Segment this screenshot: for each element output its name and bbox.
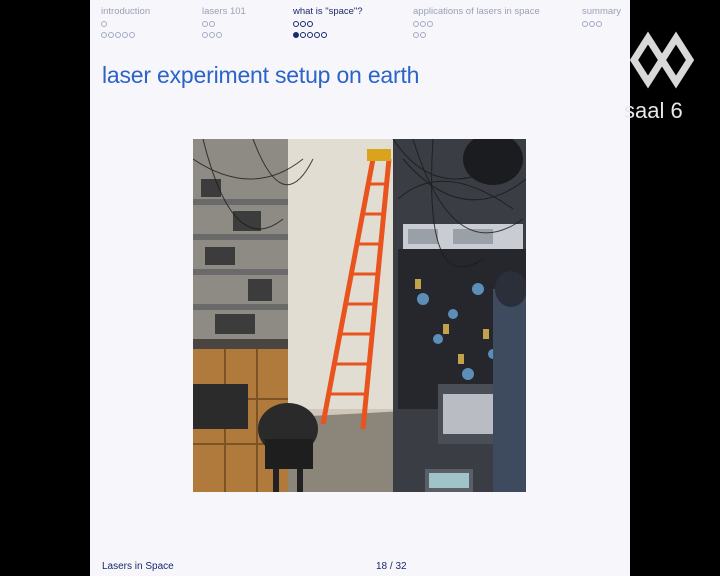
subsection-dot[interactable] [202, 31, 208, 38]
subsection-dot[interactable] [413, 20, 419, 27]
subsection-dot[interactable] [122, 31, 128, 38]
subsection-dot[interactable] [293, 20, 299, 27]
subsection-dot[interactable] [582, 20, 588, 27]
section-navigation: introduction lasers 101 what is "space"?… [90, 0, 630, 46]
subsection-dot[interactable] [321, 31, 327, 38]
subsection-dot[interactable] [589, 20, 595, 27]
subsection-dot[interactable] [420, 31, 426, 38]
nav-section-label: introduction [101, 6, 151, 17]
nav-section-label: lasers 101 [202, 6, 246, 17]
nav-dots-row [293, 18, 363, 29]
nav-dots-row [413, 18, 540, 29]
nav-dots-row [202, 29, 246, 40]
nav-dots-row [582, 18, 621, 29]
subsection-dot[interactable] [101, 20, 107, 27]
subsection-dot[interactable] [216, 31, 222, 38]
nav-dots-row [101, 29, 150, 40]
subsection-dot[interactable] [300, 31, 306, 38]
nav-section-label: what is "space"? [293, 6, 363, 17]
lab-setup-photo [193, 139, 526, 492]
nav-section-label: summary [582, 6, 622, 17]
frame-title: laser experiment setup on earth [102, 62, 420, 88]
subsection-dot[interactable] [108, 31, 114, 38]
nav-section-lasers-101[interactable]: lasers 101 [202, 6, 246, 40]
subsection-dot[interactable] [115, 31, 121, 38]
nav-dots-row [413, 29, 540, 40]
subsection-dot[interactable] [202, 20, 208, 27]
slide: introduction lasers 101 what is "space"?… [90, 0, 630, 576]
nav-dots-row [293, 29, 363, 40]
nav-section-what-is-space[interactable]: what is "space"? [293, 6, 363, 40]
nav-dots-row [101, 18, 150, 29]
subsection-dot[interactable] [314, 31, 320, 38]
footer-page-number: 18 / 32 [376, 561, 407, 572]
subsection-dot[interactable] [101, 31, 107, 38]
nav-section-applications[interactable]: applications of lasers in space [413, 6, 540, 40]
subsection-dot[interactable] [420, 20, 426, 27]
subsection-dot[interactable] [427, 20, 433, 27]
subsection-dot[interactable] [307, 20, 313, 27]
subsection-dot[interactable] [596, 20, 602, 27]
subsection-dot[interactable] [209, 31, 215, 38]
subsection-dot[interactable] [129, 31, 135, 38]
room-label: saal 6 [624, 98, 683, 123]
current-subsection-dot[interactable] [293, 31, 299, 38]
nav-dots-row [202, 18, 246, 29]
nav-section-summary[interactable]: summary [582, 6, 621, 29]
footer-talk-title: Lasers in Space [102, 561, 174, 572]
subsection-dot[interactable] [209, 20, 215, 27]
subsection-dot[interactable] [307, 31, 313, 38]
nav-section-introduction[interactable]: introduction [101, 6, 150, 40]
subsection-dot[interactable] [300, 20, 306, 27]
channel-logo-icon [628, 28, 698, 92]
nav-section-label: applications of lasers in space [413, 6, 540, 17]
subsection-dot[interactable] [413, 31, 419, 38]
